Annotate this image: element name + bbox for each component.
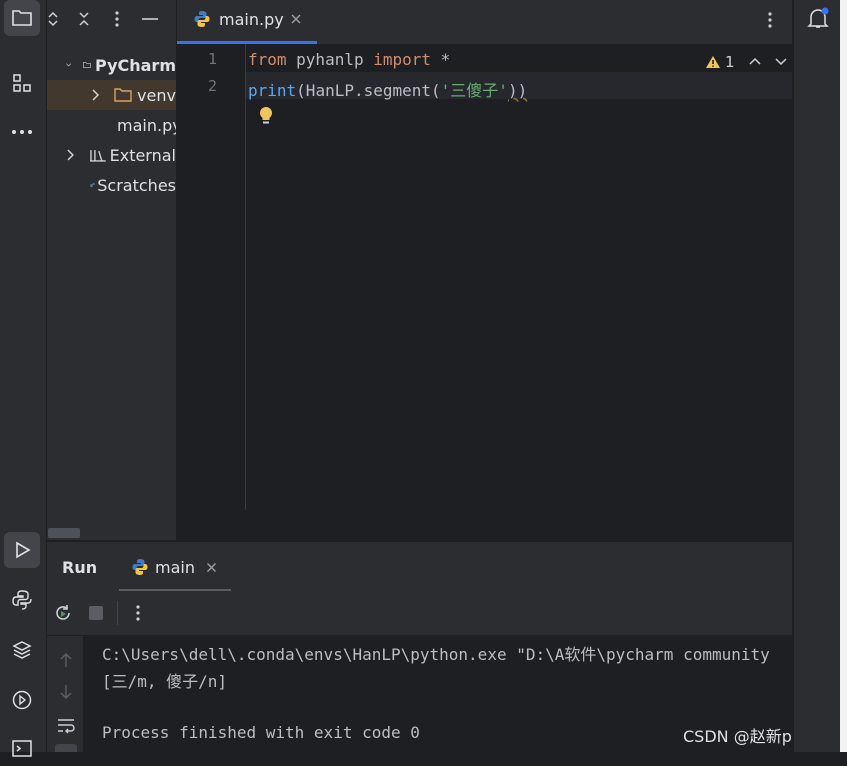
chevron-up-icon[interactable]: [749, 57, 761, 67]
lightbulb-icon[interactable]: [258, 106, 274, 126]
console-line: Process finished with exit code 0: [102, 723, 420, 742]
tree-item-label: Scratches: [97, 175, 176, 195]
folder-icon: [12, 10, 32, 26]
inspections-widget[interactable]: 1: [705, 52, 787, 72]
python-console-button[interactable]: [4, 582, 40, 618]
run-tool-button[interactable]: [4, 532, 40, 568]
tree-item-venv[interactable]: venv: [47, 80, 176, 110]
bell-icon: [807, 7, 829, 28]
tree-item-label: External: [109, 145, 176, 165]
code-token: import: [373, 50, 432, 69]
code-editor[interactable]: 1 2 from pyhanlp import * print(HanLP.se…: [177, 44, 792, 540]
toolbar-divider: [117, 601, 118, 625]
editor-gutter: [177, 44, 246, 510]
tab-label: main.py: [219, 10, 284, 29]
tree-item-label: venv: [137, 85, 176, 105]
more-tools-button[interactable]: [4, 114, 40, 150]
tab-main-py[interactable]: main.py: [177, 0, 317, 44]
close-icon[interactable]: [206, 562, 217, 573]
line-number: 1: [207, 50, 217, 68]
tree-item-main-py[interactable]: main.py: [47, 110, 176, 140]
more-horizontal-icon: [12, 130, 32, 134]
right-tool-stripe: [793, 0, 840, 752]
line-number: 2: [207, 77, 217, 95]
notifications-button[interactable]: [806, 6, 830, 30]
python-file-icon: [194, 11, 210, 27]
tree-item-external-libraries[interactable]: External: [47, 140, 176, 170]
run-panel-title: Run: [62, 558, 98, 577]
project-panel-toolbar: [47, 0, 176, 38]
warning-count: 1: [725, 53, 735, 71]
code-line-1[interactable]: from pyhanlp import *: [248, 50, 450, 69]
terminal-tool-button[interactable]: [4, 730, 40, 766]
horizontal-scrollbar[interactable]: [48, 528, 80, 538]
code-token: print: [248, 81, 297, 100]
library-icon: [89, 150, 106, 162]
arrow-down-icon[interactable]: [59, 684, 73, 700]
warning-icon: [706, 56, 720, 68]
stop-icon[interactable]: [88, 605, 104, 621]
code-token: from: [248, 50, 287, 69]
hide-panel-icon[interactable]: [141, 17, 159, 21]
collapse-all-icon[interactable]: [78, 10, 90, 28]
code-token: *: [431, 50, 451, 69]
scratches-icon: [90, 182, 95, 187]
packages-tool-button[interactable]: [4, 632, 40, 668]
services-tool-button[interactable]: [4, 682, 40, 718]
expand-all-icon[interactable]: [47, 10, 59, 28]
run-icon: [16, 541, 31, 559]
code-token: '三傻子': [440, 81, 508, 100]
scroll-to-end-button[interactable]: [55, 744, 77, 752]
tab-label: main: [155, 558, 195, 577]
close-icon[interactable]: [290, 13, 302, 25]
editor-tab-bar: main.py: [177, 0, 792, 45]
services-icon: [12, 690, 32, 710]
more-options-icon[interactable]: [135, 604, 141, 622]
code-token: )): [507, 81, 528, 100]
left-tool-stripe: [0, 0, 47, 757]
tree-item-scratches[interactable]: Scratches: [47, 170, 176, 200]
terminal-icon: [12, 740, 32, 757]
code-token: (HanLP.segment(: [296, 81, 441, 100]
project-panel: PyCharm venv main.py External Scratches: [47, 0, 176, 540]
project-tool-button[interactable]: [4, 0, 40, 36]
python-console-icon: [12, 590, 32, 610]
run-panel-header: Run main: [47, 541, 792, 592]
options-menu-icon[interactable]: [114, 10, 120, 28]
python-file-icon: [132, 559, 148, 575]
run-side-toolbar: [47, 636, 83, 752]
console-line: C:\Users\dell\.conda\envs\HanLP\python.e…: [102, 645, 770, 664]
structure-icon: [13, 74, 31, 92]
window-edge: [840, 0, 847, 752]
run-toolbar: [47, 591, 792, 636]
chevron-down-icon[interactable]: [66, 60, 72, 70]
rerun-icon[interactable]: [53, 603, 73, 623]
tree-item-label: PyCharm: [95, 55, 176, 75]
console-line: [三/m, 傻子/n]: [102, 672, 228, 691]
folder-icon: [83, 62, 91, 68]
soft-wrap-icon[interactable]: [57, 718, 75, 734]
console-output[interactable]: C:\Users\dell\.conda\envs\HanLP\python.e…: [84, 636, 792, 752]
tree-item-label: main.py: [117, 115, 176, 135]
layers-icon: [12, 641, 32, 659]
arrow-up-icon[interactable]: [59, 652, 73, 668]
chevron-right-icon[interactable]: [66, 149, 76, 161]
code-line-2[interactable]: print(HanLP.segment('三傻子')): [248, 77, 527, 101]
chevron-right-icon[interactable]: [91, 89, 101, 101]
structure-tool-button[interactable]: [4, 65, 40, 101]
chevron-down-icon[interactable]: [775, 57, 787, 67]
tab-run-main[interactable]: main: [119, 542, 231, 592]
watermark: CSDN @赵新paipai: [683, 727, 792, 746]
code-token: pyhanlp: [286, 50, 374, 69]
tab-options-icon[interactable]: [767, 11, 773, 29]
folder-excluded-icon: [114, 88, 132, 102]
tree-item-project[interactable]: PyCharm: [47, 50, 176, 80]
